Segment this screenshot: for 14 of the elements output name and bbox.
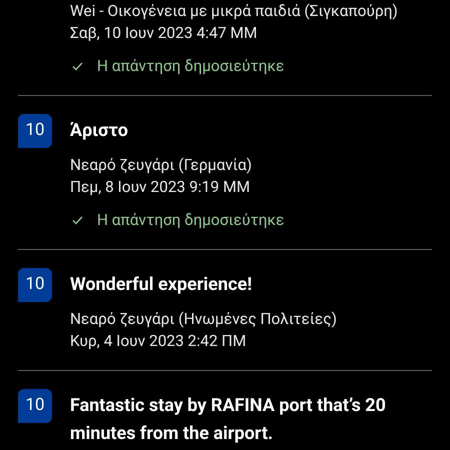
review-title: Wonderful experience! <box>70 273 253 297</box>
review-date: Σαβ, 10 Ιουν 2023 4:47 ΜΜ <box>70 23 258 44</box>
reviewer-info: Νεαρό ζευγάρι (Γερμανία) <box>70 155 253 176</box>
review-title: Fantastic stay by RAFINA port that’s 20 minutes from the airport. <box>70 394 387 446</box>
review-date: Κυρ, 4 Ιουν 2023 2:42 ΠΜ <box>70 331 248 352</box>
review-date: Πεμ, 8 Ιουν 2023 9:19 ΜΜ <box>70 177 252 198</box>
reply-status: Η απάντηση δημοσιεύτηκε <box>97 210 284 231</box>
reply-status: Η απάντηση δημοσιεύτηκε <box>97 56 284 77</box>
review-title: Άριστο <box>70 119 129 143</box>
score-badge: 10 <box>18 389 52 423</box>
reviewer-info: Νεαρό ζευγάρι (Ηνωμένες Πολιτείες) <box>70 309 338 330</box>
score-badge: 10 <box>18 268 52 302</box>
reviewer-info: Wei - Οικογένεια με μικρά παιδιά (Σιγκαπούρη) <box>70 1 399 22</box>
score-badge: 10 <box>18 114 52 148</box>
